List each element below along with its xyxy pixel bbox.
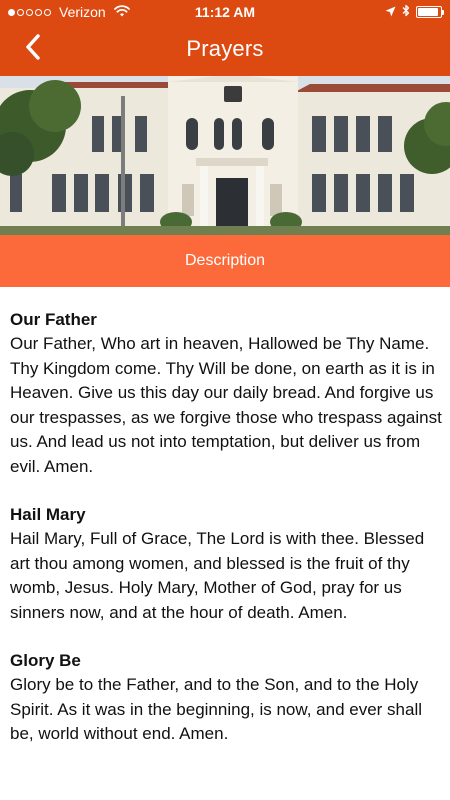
prayer-text: Glory be to the Father, and to the Son, …	[10, 675, 423, 743]
prayer-title: Hail Mary	[10, 505, 86, 524]
prayer-item: Glory Be Glory be to the Father, and to …	[10, 649, 442, 747]
prayer-title: Our Father	[10, 310, 97, 329]
bluetooth-icon	[402, 4, 410, 20]
page-title: Prayers	[186, 36, 264, 61]
nav-bar: Prayers	[0, 24, 450, 76]
prayer-title: Glory Be	[10, 651, 81, 670]
prayer-item: Our Father Our Father, Who art in heaven…	[10, 308, 442, 479]
status-time: 11:12 AM	[194, 4, 256, 20]
building-photo	[0, 76, 450, 235]
prayer-item: Hail Mary Hail Mary, Full of Grace, The …	[10, 503, 442, 625]
description-tab[interactable]: Description	[0, 235, 450, 287]
battery-icon	[416, 6, 444, 18]
battery-level	[418, 8, 438, 16]
prayer-text: Hail Mary, Full of Grace, The Lord is wi…	[10, 529, 425, 622]
status-bar: Verizon 11:12 AM	[0, 0, 450, 24]
prayers-list: Our Father Our Father, Who art in heaven…	[10, 308, 442, 771]
status-right	[385, 4, 444, 20]
hero-image	[0, 76, 450, 235]
location-arrow-icon	[385, 4, 396, 20]
description-tab-label: Description	[184, 252, 266, 269]
prayer-text: Our Father, Who art in heaven, Hallowed …	[10, 334, 442, 476]
